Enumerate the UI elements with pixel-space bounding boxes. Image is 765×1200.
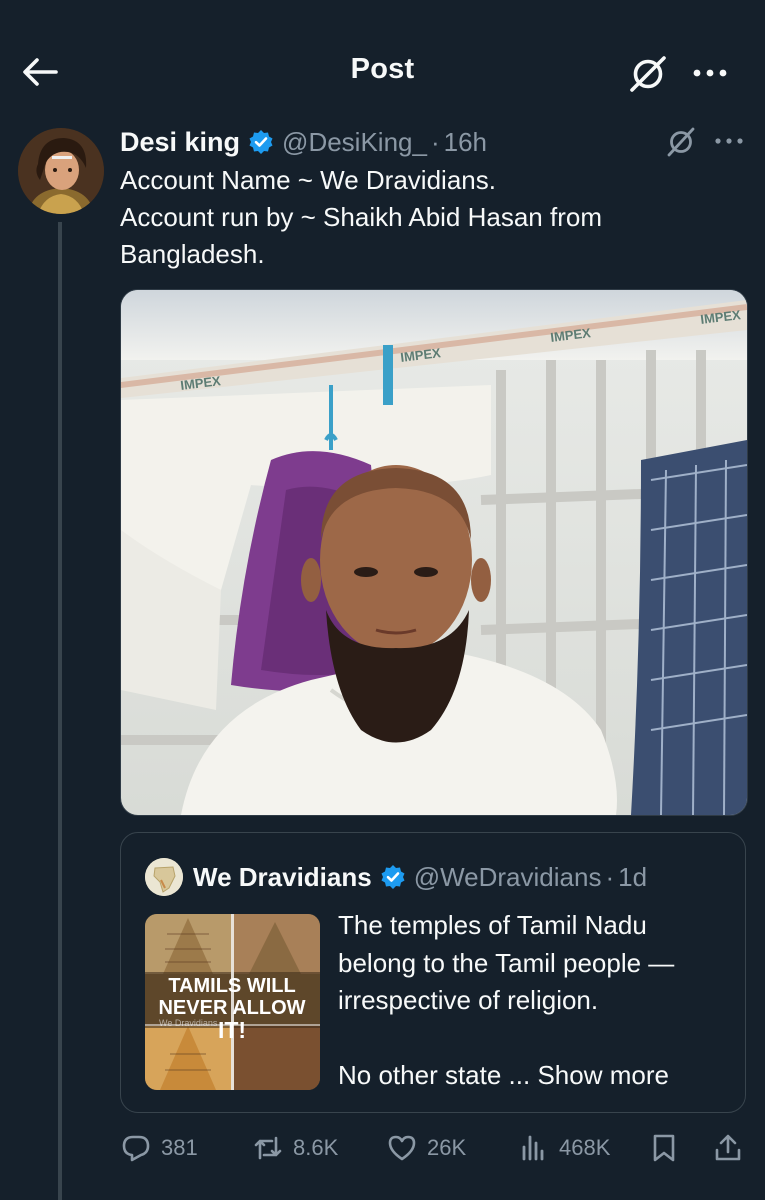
- thumb-text-line: NEVER ALLOW: [158, 997, 305, 1019]
- view-count: 468K: [559, 1135, 611, 1160]
- post-text-line: Bangladesh.: [120, 239, 265, 269]
- post-more-button[interactable]: [712, 128, 746, 154]
- views-button[interactable]: 468K: [518, 1124, 610, 1172]
- share-icon: [715, 1134, 741, 1161]
- quoted-text-blank-line: [338, 1020, 738, 1058]
- like-count: 26K: [427, 1135, 467, 1160]
- temple-collage-illustration: TAMILS WILL NEVER ALLOW IT! We Dravidian…: [145, 914, 320, 1090]
- quoted-media-thumbnail[interactable]: TAMILS WILL NEVER ALLOW IT! We Dravidian…: [145, 914, 320, 1090]
- more-horizontal-icon: [693, 69, 727, 77]
- reply-count: 381: [161, 1135, 198, 1160]
- reply-icon: [122, 1135, 150, 1162]
- separator-dot: ·: [605, 861, 615, 892]
- share-button[interactable]: [712, 1124, 744, 1172]
- separator-dot: ·: [430, 126, 440, 157]
- photo-illustration: IMPEX IMPEX IMPEX IMPEX: [121, 290, 747, 815]
- grok-icon: [630, 56, 666, 92]
- author-name[interactable]: Desi king: [120, 127, 240, 158]
- author-handle[interactable]: @DesiKing_: [282, 127, 427, 158]
- quoted-text-line: belong to the Tamil people —: [338, 947, 675, 978]
- grok-button[interactable]: [626, 54, 670, 94]
- bookmark-button[interactable]: [648, 1124, 680, 1172]
- quoted-text-line: The temples of Tamil Nadu: [338, 910, 647, 940]
- quoted-text-line: irrespective of religion.: [338, 985, 599, 1015]
- reply-button[interactable]: 381: [120, 1124, 198, 1172]
- quoted-post[interactable]: We Dravidians @WeDravidians · 1d TAMILS …: [120, 832, 746, 1113]
- avatar[interactable]: [18, 128, 104, 214]
- repost-button[interactable]: 8.6K: [252, 1124, 338, 1172]
- more-options-button[interactable]: [690, 58, 730, 88]
- post-action-bar: 381 8.6K 26K 468K: [120, 1124, 746, 1172]
- post-text-line: Account Name ~ We Dravidians.: [120, 165, 496, 195]
- like-button[interactable]: 26K: [386, 1124, 466, 1172]
- verified-badge-icon: [249, 130, 273, 154]
- more-horizontal-icon: [715, 138, 743, 144]
- post-grok-button[interactable]: [664, 126, 698, 158]
- post-author-line: Desi king @DesiKing_ · 16h: [120, 124, 487, 160]
- repost-count: 8.6K: [293, 1135, 339, 1160]
- quoted-author-name[interactable]: We Dravidians: [193, 862, 372, 893]
- map-logo-icon: [145, 858, 183, 896]
- top-bar: Post: [0, 0, 765, 118]
- grok-icon: [667, 127, 695, 157]
- thumb-text-line: TAMILS WILL: [168, 975, 295, 997]
- repost-icon: [254, 1136, 282, 1160]
- quoted-author-line: We Dravidians @WeDravidians · 1d: [193, 859, 647, 895]
- heart-icon: [388, 1135, 416, 1161]
- avatar-illustration: [18, 128, 104, 214]
- post-text-line: Account run by ~ Shaikh Abid Hasan from: [120, 202, 602, 232]
- quoted-text-truncated: No other state ...: [338, 1060, 531, 1090]
- quoted-timestamp: 1d: [618, 861, 648, 892]
- quoted-avatar: [145, 858, 183, 896]
- analytics-icon: [522, 1135, 544, 1161]
- bookmark-icon: [653, 1134, 675, 1162]
- thumb-watermark: We Dravidians: [159, 1018, 218, 1028]
- post-text: Account Name ~ We Dravidians. Account ru…: [120, 162, 740, 273]
- quoted-post-text: The temples of Tamil Nadu belong to the …: [338, 907, 738, 1095]
- show-more-link[interactable]: Show more: [537, 1060, 669, 1090]
- quoted-author-handle[interactable]: @WeDravidians: [414, 862, 602, 893]
- thumb-text-line: IT!: [218, 1017, 246, 1043]
- post-timestamp[interactable]: 16h: [444, 127, 487, 158]
- verified-badge-icon: [381, 865, 405, 889]
- thread-connector-line: [58, 222, 62, 1200]
- post-media-photo[interactable]: IMPEX IMPEX IMPEX IMPEX: [120, 289, 748, 816]
- quoted-text-line: No other state ... Show more: [338, 1057, 738, 1095]
